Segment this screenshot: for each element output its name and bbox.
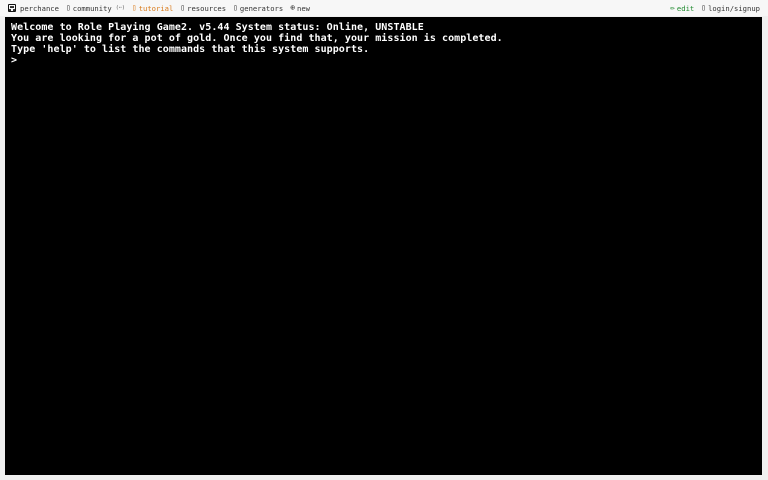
terminal-output[interactable]: Welcome to Role Playing Game2. v5.44 Sys…	[5, 17, 762, 475]
nav-item-label: generators	[239, 3, 284, 13]
nav-item-login-signup[interactable]: ▯ login/signup	[701, 4, 760, 13]
nav-item-label: new	[297, 3, 311, 13]
command-input[interactable]	[17, 55, 756, 66]
nav-item-label: edit	[676, 3, 695, 13]
nav-item-resources[interactable]: ▯ resources	[180, 4, 226, 13]
nav-item-tutorial[interactable]: ▯ tutorial	[132, 4, 173, 13]
nav-item-new[interactable]: ⊕ new	[290, 4, 310, 13]
nav-right: ✏ edit ▯ login/signup	[670, 4, 760, 13]
nav-item-label: tutorial	[138, 3, 174, 13]
terminal-prompt-row: >	[11, 55, 756, 66]
nav-item-edit[interactable]: ✏ edit	[670, 4, 694, 13]
book-icon: ▯	[131, 3, 137, 12]
community-badge: (ꞏꞏ)	[115, 5, 125, 11]
nav-item-generators[interactable]: ▯ generators	[233, 4, 283, 13]
nav-item-community[interactable]: ▯ community (ꞏꞏ)	[66, 4, 125, 13]
nav-item-perchance[interactable]: perchance	[8, 4, 59, 13]
grid-icon: ▯	[233, 3, 238, 12]
nav-item-label: resources	[187, 3, 227, 13]
terminal-line: Type 'help' to list the commands that th…	[11, 44, 370, 55]
folder-icon: ▯	[180, 3, 186, 12]
pencil-icon: ✏	[670, 3, 675, 12]
dice-icon	[8, 4, 16, 12]
terminal-line: You are looking for a pot of gold. Once …	[11, 33, 503, 44]
terminal-line: Welcome to Role Playing Game2. v5.44 Sys…	[11, 22, 424, 33]
nav-item-label: login/signup	[708, 3, 760, 13]
chat-icon: ▯	[65, 3, 71, 12]
plus-circle-icon: ⊕	[290, 3, 296, 12]
nav-left: perchance ▯ community (ꞏꞏ) ▯ tutorial ▯ …	[8, 4, 310, 13]
nav-item-label: community	[72, 3, 112, 13]
top-nav-bar: perchance ▯ community (ꞏꞏ) ▯ tutorial ▯ …	[0, 0, 768, 16]
user-icon: ▯	[701, 3, 707, 12]
nav-item-label: perchance	[20, 3, 59, 13]
